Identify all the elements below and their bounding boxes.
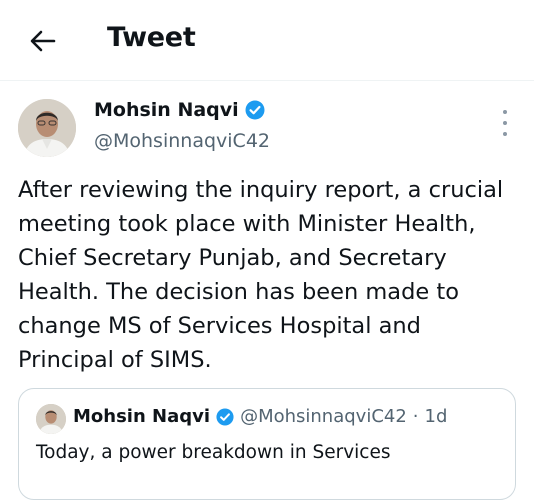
verified-badge-icon [245, 100, 265, 120]
top-bar: Tweet [0, 0, 534, 81]
quoted-tweet[interactable]: Mohsin Naqvi @MohsinnaqviC42 · 1d Today,… [18, 388, 516, 500]
quote-text: Today, a power breakdown in Services [36, 442, 391, 463]
author-row[interactable]: Mohsin Naqvi [94, 99, 265, 121]
avatar[interactable] [18, 99, 76, 157]
quote-author-handle: @MohsinnaqviC42 [240, 406, 407, 427]
author-handle[interactable]: @MohsinnaqviC42 [94, 130, 270, 152]
quote-avatar [36, 404, 66, 434]
page-title: Tweet [107, 22, 196, 53]
quote-timestamp: 1d [424, 406, 448, 427]
tweet-text: After reviewing the inquiry report, a cr… [18, 177, 504, 373]
arrow-left-icon [30, 30, 56, 52]
separator-dot: · [412, 406, 419, 427]
verified-badge-icon [216, 407, 234, 426]
quote-author-row: Mohsin Naqvi @MohsinnaqviC42 · 1d [73, 406, 447, 427]
quote-author-name: Mohsin Naqvi [73, 406, 211, 427]
back-button[interactable] [26, 24, 60, 58]
more-dots-icon [503, 110, 507, 114]
author-name[interactable]: Mohsin Naqvi [94, 99, 239, 121]
more-options-button[interactable] [494, 110, 516, 136]
